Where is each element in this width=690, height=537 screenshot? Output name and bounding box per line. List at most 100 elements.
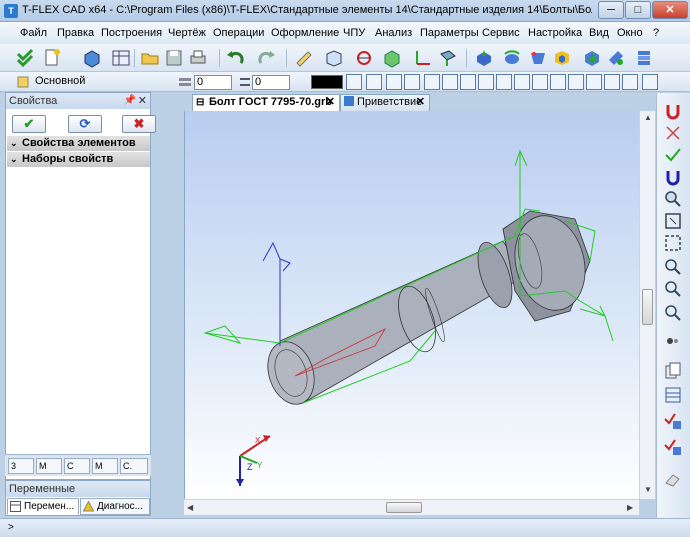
3d-viewport[interactable]: X Y Z xyxy=(184,111,639,499)
vertical-scrollbar[interactable]: ▲ ▼ xyxy=(639,111,655,499)
horizontal-scrollbar[interactable]: ◀ ▶ xyxy=(184,499,639,515)
menu-parameters[interactable]: Параметры xyxy=(420,27,479,39)
zoom-in-icon[interactable] xyxy=(663,257,683,277)
snap-icon[interactable] xyxy=(404,74,420,90)
minimize-button[interactable]: ─ xyxy=(598,1,624,19)
select-filter-icon[interactable] xyxy=(550,74,566,90)
menu-analysis[interactable]: Анализ xyxy=(375,27,412,39)
menu-file[interactable]: Файл xyxy=(20,27,47,39)
group-property-sets[interactable]: ⌄ Наборы свойств xyxy=(7,152,150,167)
zoom-window-icon[interactable] xyxy=(663,189,683,209)
maximize-button[interactable]: □ xyxy=(625,1,651,19)
scroll-right-icon[interactable]: ▶ xyxy=(627,503,633,512)
menu-help[interactable]: ? xyxy=(653,27,659,39)
tab-scene[interactable]: C. xyxy=(120,458,148,474)
rotate-view-icon[interactable] xyxy=(663,331,683,351)
snap-cross-icon[interactable] xyxy=(663,123,683,143)
3d-node-icon[interactable] xyxy=(438,48,458,68)
redo-icon[interactable] xyxy=(256,48,276,68)
scroll-down-icon[interactable]: ▼ xyxy=(644,485,652,494)
check-list-icon[interactable] xyxy=(663,411,683,431)
select-filter-icon[interactable] xyxy=(568,74,584,90)
copy-view-icon[interactable] xyxy=(663,361,683,381)
group-element-properties[interactable]: ⌄ Свойства элементов xyxy=(7,136,150,151)
extrude-icon[interactable] xyxy=(474,48,494,68)
select-filter-icon[interactable] xyxy=(424,74,440,90)
layer-select[interactable]: Основной xyxy=(33,75,165,90)
tab-variables[interactable]: Перемен... xyxy=(7,498,79,515)
workplane-icon[interactable] xyxy=(382,48,402,68)
close-pane-icon[interactable]: ✕ xyxy=(138,93,147,109)
level-field[interactable]: 0 xyxy=(194,75,232,90)
filter-icon[interactable] xyxy=(366,74,382,90)
magnet-icon[interactable] xyxy=(663,101,683,121)
check-list-icon[interactable] xyxy=(663,437,683,457)
save-icon[interactable] xyxy=(164,48,184,68)
table-icon[interactable] xyxy=(111,48,131,68)
menu-drawing[interactable]: Чертёж xyxy=(168,27,206,39)
loft-icon[interactable] xyxy=(528,48,548,68)
close-button[interactable]: ✕ xyxy=(652,1,688,19)
menu-view[interactable]: Вид xyxy=(589,27,609,39)
menu-edit[interactable]: Правка xyxy=(57,27,94,39)
print-icon[interactable] xyxy=(188,48,208,68)
tab-bolt-document[interactable]: ⊟ Болт ГОСТ 7795-70.grb ✕ xyxy=(192,94,340,111)
refresh-button[interactable]: ⟳ xyxy=(68,115,102,133)
select-filter-icon[interactable] xyxy=(478,74,494,90)
menu-annotation[interactable]: Оформление xyxy=(271,27,339,39)
boolean-icon[interactable] xyxy=(552,48,572,68)
library-icon[interactable] xyxy=(634,48,654,68)
pin-icon[interactable]: 📌 xyxy=(124,93,136,109)
magnet-icon[interactable] xyxy=(663,167,683,187)
scroll-up-icon[interactable]: ▲ xyxy=(644,113,652,122)
color-swatch[interactable] xyxy=(311,75,343,89)
tab-welcome[interactable]: Приветствие ✕ xyxy=(340,94,430,111)
select-filter-icon[interactable] xyxy=(532,74,548,90)
coordinate-axes-icon[interactable] xyxy=(412,48,432,68)
3d-model-icon[interactable] xyxy=(82,48,102,68)
select-filter-icon[interactable] xyxy=(460,74,476,90)
scroll-left-icon[interactable]: ◀ xyxy=(187,503,193,512)
select-filter-icon[interactable] xyxy=(622,74,638,90)
priority-field[interactable]: 0 xyxy=(252,75,290,90)
confirm-button[interactable]: ✔ xyxy=(12,115,46,133)
open-folder-icon[interactable] xyxy=(140,48,160,68)
select-filter-icon[interactable] xyxy=(604,74,620,90)
rotate-icon[interactable] xyxy=(502,48,522,68)
view-cube-icon[interactable] xyxy=(324,48,344,68)
menu-construction[interactable]: Построения xyxy=(101,27,162,39)
zoom-out-icon[interactable] xyxy=(663,279,683,299)
menu-settings[interactable]: Настройка xyxy=(528,27,582,39)
zoom-extents-icon[interactable] xyxy=(663,233,683,253)
close-tab-icon[interactable]: ✕ xyxy=(416,95,425,110)
select-filter-icon[interactable] xyxy=(642,74,658,90)
zoom-previous-icon[interactable] xyxy=(663,303,683,323)
tab-diagnostics[interactable]: Диагнос... xyxy=(80,498,150,515)
select-filter-icon[interactable] xyxy=(442,74,458,90)
move-down-icon[interactable] xyxy=(582,48,602,68)
scroll-thumb[interactable] xyxy=(386,502,422,513)
tab-materials[interactable]: M xyxy=(92,458,118,474)
dropdown-icon[interactable] xyxy=(346,74,362,90)
scroll-thumb[interactable] xyxy=(642,289,653,325)
select-filter-icon[interactable] xyxy=(514,74,530,90)
tab-structure[interactable]: C xyxy=(64,458,90,474)
tab-model[interactable]: M xyxy=(36,458,62,474)
menu-service[interactable]: Сервис xyxy=(482,27,520,39)
close-tab-icon[interactable]: ✕ xyxy=(326,95,335,110)
select-filter-icon[interactable] xyxy=(496,74,512,90)
cancel-button[interactable]: ✖ xyxy=(122,115,156,133)
layers-icon[interactable] xyxy=(663,385,683,405)
eraser-icon[interactable] xyxy=(663,469,683,489)
dimension-icon[interactable] xyxy=(354,48,374,68)
new-document-icon[interactable] xyxy=(42,48,62,68)
undo-icon[interactable] xyxy=(226,48,246,68)
double-check-icon[interactable] xyxy=(16,48,36,68)
tab-3d[interactable]: 3 xyxy=(8,458,34,474)
check-snap-icon[interactable] xyxy=(663,145,683,165)
fit-view-icon[interactable] xyxy=(663,211,683,231)
command-prompt[interactable]: > xyxy=(8,522,14,533)
menu-window[interactable]: Окно xyxy=(617,27,643,39)
menu-operations[interactable]: Операции xyxy=(213,27,264,39)
snap-icon[interactable] xyxy=(386,74,402,90)
